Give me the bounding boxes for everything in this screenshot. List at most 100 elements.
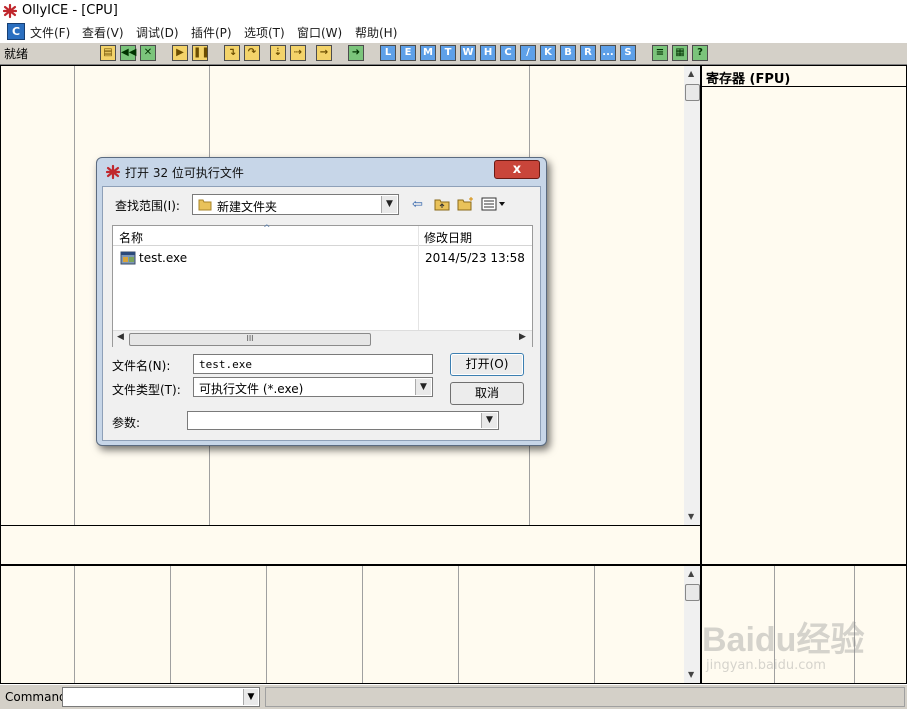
menu-options[interactable]: 选项(T) (244, 24, 285, 41)
column-divider (594, 566, 595, 683)
help-icon[interactable]: ? (692, 45, 708, 61)
info-pane[interactable] (0, 526, 701, 565)
trace-over-icon[interactable]: ⇢ (290, 45, 306, 61)
registers-header: 寄存器 (FPU) (702, 66, 906, 87)
run-trace-button[interactable]: ... (600, 45, 616, 61)
pause-icon[interactable]: ❚❚ (192, 45, 210, 61)
breakpoints-button[interactable]: B (560, 45, 576, 61)
chevron-down-icon[interactable]: ▼ (243, 689, 258, 705)
registers-pane[interactable]: 寄存器 (FPU) (701, 65, 907, 565)
folder-icon (198, 199, 212, 211)
file-row[interactable]: test.exe 2014/5/23 13:58 (118, 250, 528, 267)
grid-icon[interactable]: ▦ (672, 45, 688, 61)
patches-button[interactable]: / (520, 45, 536, 61)
look-in-label: 查找范围(I): (115, 199, 180, 213)
disassembly-scrollbar[interactable]: ▲ ▼ (684, 66, 700, 525)
list-icon[interactable]: ≡ (652, 45, 668, 61)
menu-view[interactable]: 查看(V) (82, 24, 124, 41)
filetype-value: 可执行文件 (*.exe) (199, 382, 304, 396)
cpu-window-button[interactable]: C (7, 23, 25, 40)
dialog-title: 打开 32 位可执行文件 (125, 166, 244, 180)
scroll-down-icon[interactable]: ▼ (688, 512, 694, 521)
up-folder-icon[interactable] (434, 197, 450, 211)
file-modified: 2014/5/23 13:58 (425, 251, 525, 265)
ollydbg-bug-icon (105, 164, 121, 180)
file-name: test.exe (139, 251, 188, 265)
view-menu-icon[interactable] (481, 197, 507, 211)
chevron-down-icon[interactable]: ▼ (381, 196, 397, 213)
scroll-down-icon[interactable]: ▼ (688, 670, 694, 679)
column-divider (266, 566, 267, 683)
trace-into-icon[interactable]: ⇣ (270, 45, 286, 61)
menu-plugins[interactable]: 插件(P) (191, 24, 232, 41)
dialog-body: 查找范围(I): 新建文件夹 ▼ ⇦ 名称 ^ 修改日期 test.exe 20… (102, 186, 541, 441)
menu-help[interactable]: 帮助(H) (355, 24, 397, 41)
horizontal-scrollbar[interactable]: ◀ III ▶ (113, 330, 532, 347)
column-divider (74, 566, 75, 683)
call-stack-button[interactable]: K (540, 45, 556, 61)
open-button[interactable]: 打开(O) (450, 353, 524, 376)
file-list-header: 名称 ^ 修改日期 (113, 224, 532, 246)
menu-debug[interactable]: 调试(D) (136, 24, 179, 41)
back-icon[interactable]: ⇦ (412, 197, 423, 212)
step-over-icon[interactable]: ↷ (244, 45, 260, 61)
column-divider (362, 566, 363, 683)
filetype-select[interactable]: 可执行文件 (*.exe) ▼ (193, 377, 433, 397)
menu-window[interactable]: 窗口(W) (297, 24, 342, 41)
stack-pane[interactable] (701, 565, 907, 684)
threads-button[interactable]: T (440, 45, 456, 61)
source-button[interactable]: S (620, 45, 636, 61)
scroll-left-icon[interactable]: ◀ (117, 332, 124, 342)
scroll-up-icon[interactable]: ▲ (688, 569, 694, 578)
modules-button[interactable]: E (400, 45, 416, 61)
memory-button[interactable]: M (420, 45, 436, 61)
scroll-thumb[interactable] (685, 84, 700, 101)
cancel-button[interactable]: 取消 (450, 382, 524, 405)
close-button[interactable]: x (494, 160, 540, 179)
chevron-down-icon[interactable]: ▼ (481, 413, 497, 428)
filename-value: test.exe (199, 358, 252, 371)
ollydbg-bug-icon (2, 3, 18, 19)
new-folder-icon[interactable] (457, 196, 475, 211)
handles-button[interactable]: H (480, 45, 496, 61)
title-bar: OllyICE - [CPU] (0, 0, 907, 22)
execute-till-return-icon[interactable]: → (316, 45, 332, 61)
run-icon[interactable]: ▶ (172, 45, 188, 61)
go-to-icon[interactable]: ➜ (348, 45, 364, 61)
scroll-thumb[interactable]: III (129, 333, 371, 346)
open-file-icon[interactable]: ▤ (100, 45, 116, 61)
menu-file[interactable]: 文件(F) (30, 24, 70, 41)
command-input[interactable]: ▼ (62, 687, 260, 707)
column-divider (170, 566, 171, 683)
references-button[interactable]: R (580, 45, 596, 61)
scroll-up-icon[interactable]: ▲ (688, 69, 694, 78)
command-label: Command (5, 690, 67, 704)
column-modified[interactable]: 修改日期 (424, 229, 472, 246)
params-input[interactable]: ▼ (187, 411, 499, 430)
column-divider (418, 226, 419, 330)
menu-bar: C 文件(F) 查看(V) 调试(D) 插件(P) 选项(T) 窗口(W) 帮助… (0, 22, 907, 42)
log-window-button[interactable]: L (380, 45, 396, 61)
toolbar: 就绪 ▤ ◀◀ ✕ ▶ ❚❚ ↴ ↷ ⇣ ⇢ → ➜ L E M T W H C… (0, 42, 907, 65)
file-list[interactable]: 名称 ^ 修改日期 test.exe 2014/5/23 13:58 ◀ III… (112, 224, 533, 347)
command-bar: Command ▼ (0, 684, 907, 709)
close-program-icon[interactable]: ✕ (140, 45, 156, 61)
scroll-right-icon[interactable]: ▶ (519, 332, 526, 342)
dump-scrollbar[interactable]: ▲ ▼ (684, 566, 700, 683)
dump-pane[interactable]: ▲ ▼ (0, 565, 701, 684)
registers-title: 寄存器 (FPU) (706, 72, 791, 87)
chevron-down-icon[interactable]: ▼ (415, 379, 431, 395)
cpu-button[interactable]: C (500, 45, 516, 61)
windows-button[interactable]: W (460, 45, 476, 61)
look-in-combo[interactable]: 新建文件夹 ▼ (192, 194, 399, 215)
scroll-thumb[interactable] (685, 584, 700, 601)
column-divider (74, 66, 75, 525)
column-name[interactable]: 名称 (119, 229, 143, 246)
window-title: OllyICE - [CPU] (22, 3, 118, 18)
look-in-value: 新建文件夹 (217, 200, 278, 214)
restart-icon[interactable]: ◀◀ (120, 45, 136, 61)
exe-file-icon (120, 251, 136, 265)
step-into-icon[interactable]: ↴ (224, 45, 240, 61)
filename-input[interactable]: test.exe (193, 354, 433, 374)
filetype-label: 文件类型(T): (112, 383, 181, 397)
